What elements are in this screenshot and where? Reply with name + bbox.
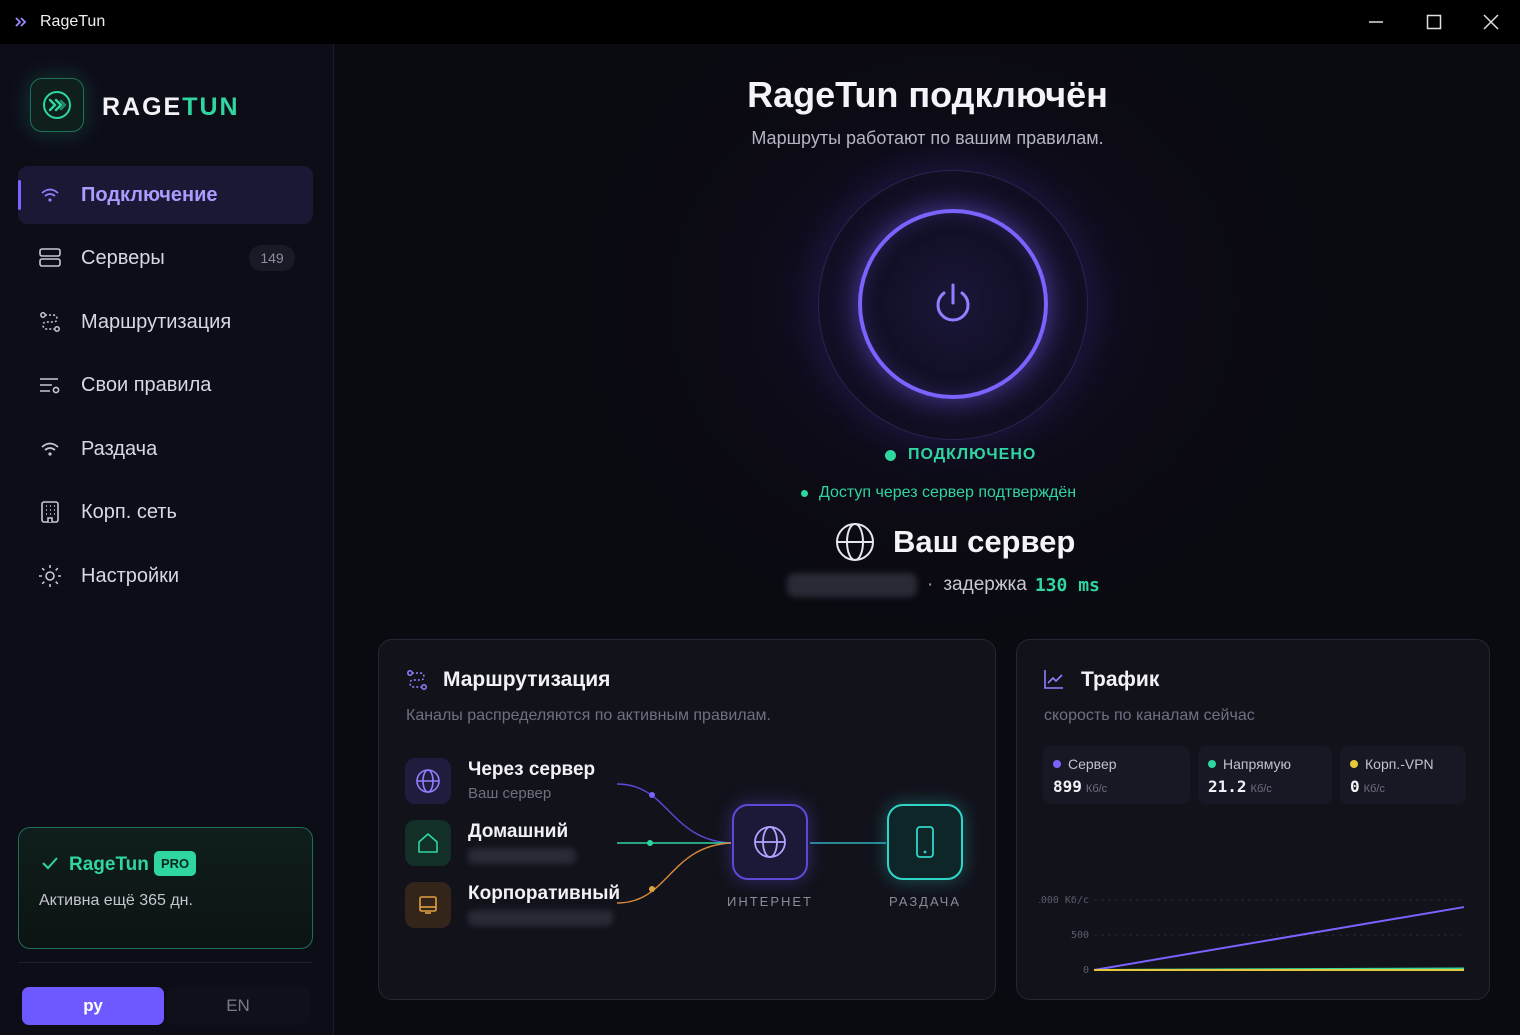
connection-status: ПОДКЛЮЧЕНО	[885, 446, 1036, 464]
card-title: Трафик	[1081, 668, 1160, 691]
check-icon	[41, 854, 59, 877]
route-subtitle: Ваш сервер	[468, 785, 552, 802]
globe-icon	[754, 826, 786, 858]
maximize-button[interactable]	[1405, 0, 1463, 44]
metric-corp-vpn: Корп.-VPN 0 Кб/с	[1340, 746, 1466, 804]
route-title: Через сервер	[468, 759, 596, 780]
y-tick-label: 0	[1083, 965, 1089, 975]
sidebar-item-label: Настройки	[81, 564, 180, 587]
sidebar-item-label: Подключение	[81, 183, 218, 206]
hidden-value	[468, 848, 576, 864]
sidebar-item-corp-network[interactable]: Корп. сеть	[18, 483, 313, 541]
power-icon	[936, 283, 970, 322]
access-status: Доступ через сервер подтверждён	[801, 484, 1076, 502]
sidebar-item-connection[interactable]: Подключение	[18, 166, 313, 224]
latency-row: · задержка 130 ms	[787, 571, 1100, 599]
language-en-button[interactable]: EN	[167, 987, 309, 1025]
latency-value: 130 ms	[1034, 574, 1100, 596]
home-icon	[405, 820, 451, 866]
minimize-button[interactable]	[1347, 0, 1405, 44]
card-subtitle: скорость по каналам сейчас	[1044, 707, 1255, 724]
latency-label: задержка	[943, 574, 1027, 595]
series-dot	[1053, 760, 1061, 768]
subscription-card: RageTun PRO Активна ещё 365 дн.	[18, 827, 313, 949]
phone-icon	[916, 826, 934, 858]
rules-icon	[38, 373, 62, 397]
brand-logo-icon	[30, 78, 84, 132]
share-node	[887, 804, 963, 880]
page-subtitle: Маршруты работают по вашим правилам.	[751, 128, 1104, 148]
sidebar-item-routing[interactable]: Маршрутизация	[18, 293, 313, 351]
sidebar-item-settings[interactable]: Настройки	[18, 547, 313, 605]
sidebar-item-custom-rules[interactable]: Свои правила	[18, 356, 313, 414]
window-title: RageTun	[40, 13, 106, 30]
series-line-сервер	[1093, 906, 1465, 971]
sidebar-item-label: Серверы	[81, 246, 165, 269]
server-icon	[38, 246, 62, 270]
route-icon	[38, 310, 62, 334]
internet-node-label: ИНТЕРНЕТ	[726, 894, 813, 909]
status-dot	[885, 449, 896, 461]
hidden-value	[468, 910, 613, 926]
y-tick-label: 500	[1071, 930, 1089, 941]
y-tick-label: 1000 Кб/с	[1039, 894, 1089, 906]
page-title: RageTun подключён	[747, 74, 1108, 115]
laptop-icon	[405, 882, 451, 928]
power-button[interactable]	[858, 209, 1048, 399]
traffic-card: Трафик скорость по каналам сейчас Сервер…	[1016, 639, 1490, 1000]
building-icon	[38, 500, 62, 524]
route-title: Корпоративный	[468, 883, 621, 904]
pro-badge: PRO	[154, 851, 197, 876]
series-dot	[1208, 760, 1216, 768]
subscription-name: RageTun	[69, 854, 149, 875]
sidebar-item-label: Маршрутизация	[81, 310, 232, 333]
metric-server: Сервер 899 Кб/с	[1043, 746, 1190, 804]
internet-node	[732, 804, 808, 880]
subscription-status: Активна ещё 365 дн.	[39, 892, 193, 909]
chart-icon	[1043, 668, 1065, 695]
server-count-badge: 149	[249, 245, 295, 271]
brand-name: RAGETUN	[102, 93, 240, 121]
globe-icon	[836, 523, 874, 561]
sidebar-item-label: Свои правила	[81, 373, 212, 396]
status-dot	[801, 489, 808, 497]
settings-icon	[38, 564, 62, 588]
sidebar-item-servers[interactable]: Серверы 149	[18, 229, 313, 287]
sidebar-item-hotspot[interactable]: Раздача	[18, 420, 313, 478]
server-name: Ваш сервер	[893, 524, 1076, 559]
current-server: Ваш сервер	[835, 518, 1075, 566]
series-dot	[1350, 760, 1358, 768]
hotspot-icon	[38, 437, 62, 461]
globe-icon	[405, 758, 451, 804]
close-button[interactable]	[1462, 0, 1520, 44]
hidden-ip	[787, 573, 917, 597]
divider	[18, 962, 313, 963]
sidebar-item-label: Корп. сеть	[81, 500, 177, 523]
routing-card: Маршрутизация Каналы распределяются по а…	[378, 639, 996, 1000]
title-bar: RageTun	[0, 0, 1520, 44]
sidebar-item-label: Раздача	[81, 437, 158, 460]
app-logo-icon	[12, 13, 30, 31]
language-ru-button[interactable]: ру	[22, 987, 164, 1025]
main-panel: RageTun подключён Маршруты работают по в…	[335, 44, 1520, 1035]
route-title: Домашний	[468, 821, 569, 842]
wifi-icon	[38, 183, 62, 207]
sidebar: RAGETUN Подключение Серверы 149 Маршрути…	[0, 44, 334, 1035]
traffic-chart: 1000 Кб/с 500 0	[1039, 894, 1465, 975]
metric-direct: Напрямую 21.2 Кб/с	[1198, 746, 1332, 804]
share-node-label: РАЗДАЧА	[889, 894, 961, 909]
